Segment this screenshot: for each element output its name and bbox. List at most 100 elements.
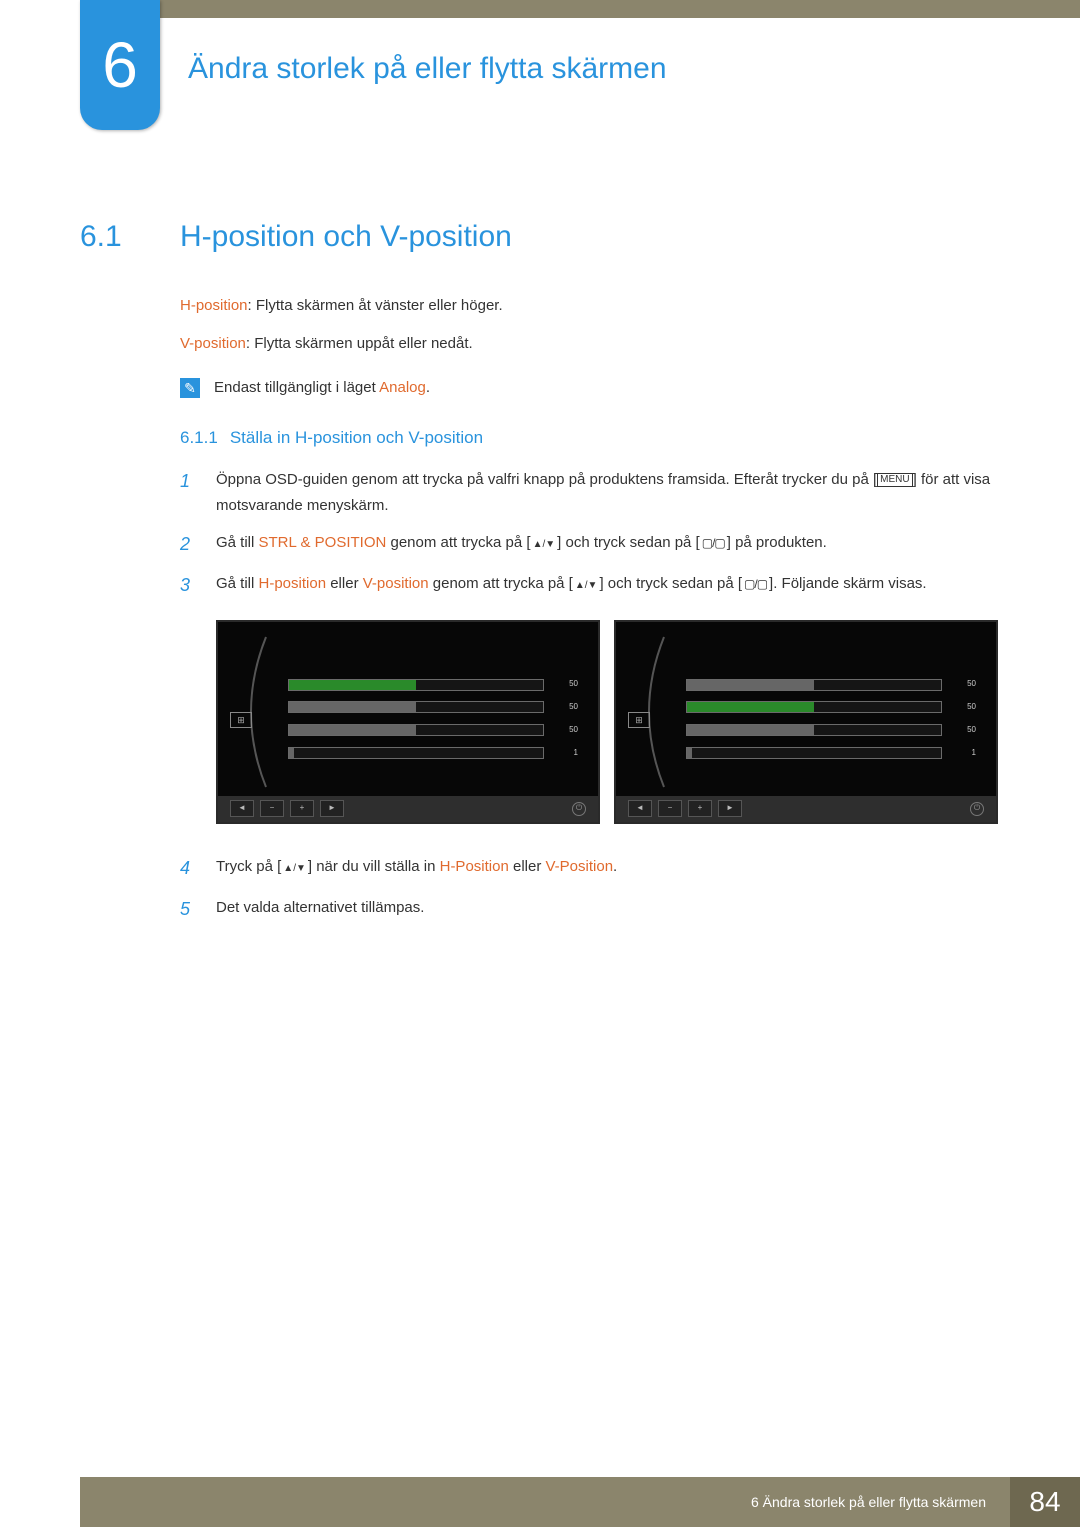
step4-v: V-Position <box>546 858 614 875</box>
osd-nav-left-icon: ◄ <box>628 800 652 817</box>
osd-nav-minus-icon: − <box>260 800 284 817</box>
bar-val: 50 <box>554 701 578 714</box>
note-pre: Endast tillgängligt i läget <box>214 379 379 396</box>
step4-b: ] när du vill ställa in <box>308 858 440 875</box>
menu-icon: MENU <box>877 473 912 487</box>
osd-left-bars: 50 50 50 1 <box>288 648 598 769</box>
osd-right-bars: 50 50 50 1 <box>686 648 996 769</box>
h-position-text: : Flytta skärmen åt vänster eller höger. <box>248 297 503 314</box>
up-down-icon <box>281 854 308 880</box>
step-text-5: Det valda alternativet tillämpas. <box>216 895 1000 921</box>
section-header: 6.1 H-position och V-position <box>80 220 1080 254</box>
section-number: 6.1 <box>80 220 180 254</box>
chapter-header: 6 Ändra storlek på eller flytta skärmen <box>0 18 1080 130</box>
chapter-number-tab: 6 <box>80 0 160 130</box>
h-position-label: H-position <box>180 297 248 314</box>
osd-nav-plus-icon: + <box>688 800 712 817</box>
osd-footer: ◄ − + ► ⏻ <box>616 796 996 822</box>
step3-c: ] och tryck sedan på [ <box>599 575 742 592</box>
step-num-2: 2 <box>180 530 196 559</box>
bar-row: 50 <box>686 724 976 737</box>
power-icon: ⏻ <box>970 802 984 816</box>
bar-val: 50 <box>952 678 976 691</box>
page-footer: 6 Ändra storlek på eller flytta skärmen … <box>0 1477 1080 1527</box>
step-text-2: Gå till STRL & POSITION genom att trycka… <box>216 530 1000 556</box>
step3-or: eller <box>326 575 363 592</box>
step4-a: Tryck på [ <box>216 858 281 875</box>
bar-row: 1 <box>288 747 578 760</box>
step4-h: H-Position <box>440 858 509 875</box>
osd-nav-right-icon: ► <box>718 800 742 817</box>
bar-row: 50 <box>288 701 578 714</box>
section-title: H-position och V-position <box>180 220 512 254</box>
step4-end: . <box>613 858 617 875</box>
subsection-header: 6.1.1 Ställa in H-position och V-positio… <box>180 424 1000 451</box>
enter-boxes-icon <box>742 574 769 594</box>
chapter-title: Ändra storlek på eller flytta skärmen <box>188 52 667 86</box>
osd-footer: ◄ − + ► ⏻ <box>218 796 598 822</box>
step3-a: Gå till <box>216 575 259 592</box>
step-text-4: Tryck på [ ] när du vill ställa in H-Posi… <box>216 854 1000 880</box>
step-2: 2 Gå till STRL & POSITION genom att tryc… <box>180 530 1000 559</box>
osd-right-curve: ⊞ <box>616 622 686 796</box>
note-mode: Analog <box>379 379 426 396</box>
step-text-1: Öppna OSD-guiden genom att trycka på val… <box>216 467 1000 518</box>
step1-text-a: Öppna OSD-guiden genom att trycka på val… <box>216 471 877 488</box>
bar-val: 50 <box>952 701 976 714</box>
note-text: Endast tillgängligt i läget Analog. <box>214 376 430 400</box>
step3-d: ]. Följande skärm visas. <box>769 575 927 592</box>
step-1: 1 Öppna OSD-guiden genom att trycka på v… <box>180 467 1000 518</box>
v-position-desc: V-position: Flytta skärmen uppåt eller n… <box>180 332 1000 356</box>
bar-row: 1 <box>686 747 976 760</box>
position-small-icon: ⊞ <box>230 712 252 728</box>
bar-val: 1 <box>554 747 578 760</box>
step2-menu: STRL & POSITION <box>259 534 387 551</box>
bar-val: 50 <box>952 724 976 737</box>
bar-row: 50 <box>288 678 578 691</box>
v-position-label: V-position <box>180 335 246 352</box>
power-icon: ⏻ <box>572 802 586 816</box>
step-num-5: 5 <box>180 895 196 924</box>
footer-page-number: 84 <box>1010 1477 1080 1527</box>
step3-v: V-position <box>363 575 429 592</box>
osd-left-curve: ⊞ <box>218 622 288 796</box>
step2-a: Gå till <box>216 534 259 551</box>
step3-h: H-position <box>259 575 327 592</box>
step-num-1: 1 <box>180 467 196 496</box>
osd-screenshots: ⊞ 50 50 50 1 ◄ − + ► ⏻ <box>216 620 1000 824</box>
osd-right-main: ⊞ 50 50 50 1 <box>616 622 996 796</box>
bar-row: 50 <box>288 724 578 737</box>
note-icon: ✎ <box>180 378 200 398</box>
enter-boxes-icon <box>700 533 727 553</box>
step4-or: eller <box>509 858 546 875</box>
footer-text: 6 Ändra storlek på eller flytta skärmen <box>80 1477 1010 1527</box>
osd-nav-minus-icon: − <box>658 800 682 817</box>
step-num-4: 4 <box>180 854 196 883</box>
step2-d: ] på produkten. <box>727 534 827 551</box>
osd-nav-plus-icon: + <box>290 800 314 817</box>
step2-b: genom att trycka på [ <box>386 534 530 551</box>
note-row: ✎ Endast tillgängligt i läget Analog. <box>180 376 1000 400</box>
step-text-3: Gå till H-position eller V-position geno… <box>216 571 1000 597</box>
position-small-icon: ⊞ <box>628 712 650 728</box>
osd-panel-right: ⊞ 50 50 50 1 ◄ − + ► ⏻ <box>614 620 998 824</box>
note-post: . <box>426 379 430 396</box>
v-position-text: : Flytta skärmen uppåt eller nedåt. <box>246 335 473 352</box>
bar-val: 50 <box>554 678 578 691</box>
step-num-3: 3 <box>180 571 196 600</box>
bar-row: 50 <box>686 701 976 714</box>
step2-c: ] och tryck sedan på [ <box>557 534 700 551</box>
osd-nav-left-icon: ◄ <box>230 800 254 817</box>
h-position-desc: H-position: Flytta skärmen åt vänster el… <box>180 294 1000 318</box>
bar-val: 1 <box>952 747 976 760</box>
step-3: 3 Gå till H-position eller V-position ge… <box>180 571 1000 600</box>
up-down-icon <box>573 571 600 597</box>
step-4: 4 Tryck på [ ] när du vill ställa in H-Po… <box>180 854 1000 883</box>
up-down-icon <box>531 530 558 556</box>
bar-val: 50 <box>554 724 578 737</box>
top-accent-bar <box>80 0 1080 18</box>
step3-b: genom att trycka på [ <box>429 575 573 592</box>
subsection-title: Ställa in H-position och V-position <box>230 424 483 451</box>
page: 6 Ändra storlek på eller flytta skärmen … <box>0 0 1080 1527</box>
step-5: 5 Det valda alternativet tillämpas. <box>180 895 1000 924</box>
